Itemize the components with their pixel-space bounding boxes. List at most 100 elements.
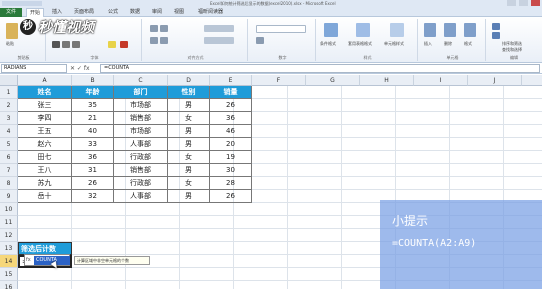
table-cell[interactable]: 男 <box>168 99 210 112</box>
table-cell[interactable]: 田七 <box>18 151 72 164</box>
row-header-13[interactable]: 13 <box>0 242 18 255</box>
table-cell[interactable]: 35 <box>72 99 114 112</box>
table-cell[interactable]: 26 <box>210 190 252 203</box>
table-cell[interactable]: 男 <box>168 138 210 151</box>
table-cell[interactable]: 市场部 <box>114 125 168 138</box>
table-cell[interactable]: 行政部 <box>114 177 168 190</box>
tab-data[interactable]: 数据 <box>130 8 140 17</box>
table-cell[interactable]: 女 <box>168 151 210 164</box>
table-header-cell[interactable]: 性别 <box>168 86 210 99</box>
table-cell[interactable]: 男 <box>168 190 210 203</box>
select-all-corner[interactable] <box>0 75 18 86</box>
format-cells-icon[interactable] <box>464 23 476 37</box>
table-cell[interactable]: 32 <box>72 190 114 203</box>
fill-color-icon[interactable] <box>108 41 116 48</box>
table-cell[interactable]: 王八 <box>18 164 72 177</box>
column-header-g[interactable]: G <box>306 75 360 86</box>
tab-formulas[interactable]: 公式 <box>108 8 118 17</box>
table-cell[interactable]: 20 <box>210 138 252 151</box>
column-header-e[interactable]: E <box>210 75 252 86</box>
column-header-b[interactable]: B <box>72 75 114 86</box>
table-header-cell[interactable]: 姓名 <box>18 86 72 99</box>
column-header-h[interactable]: H <box>360 75 414 86</box>
table-cell[interactable]: 张三 <box>18 99 72 112</box>
row-header-1[interactable]: 1 <box>0 86 18 99</box>
cell-styles-icon[interactable] <box>390 23 404 37</box>
row-header-11[interactable]: 11 <box>0 216 18 229</box>
table-cell[interactable]: 女 <box>168 112 210 125</box>
tab-insert[interactable]: 插入 <box>52 8 62 17</box>
italic-icon[interactable] <box>62 41 70 48</box>
format-cells-button[interactable]: 格式 <box>464 41 472 47</box>
table-format-button[interactable]: 套用表格格式 <box>348 41 372 47</box>
table-header-cell[interactable]: 年龄 <box>72 86 114 99</box>
close-button[interactable] <box>531 0 540 6</box>
row-header-10[interactable]: 10 <box>0 203 18 216</box>
tab-view[interactable]: 视图 <box>174 8 184 17</box>
tab-page-layout[interactable]: 页面布局 <box>74 8 94 17</box>
column-header-c[interactable]: C <box>114 75 168 86</box>
conditional-format-icon[interactable] <box>324 23 338 37</box>
find-select-button[interactable]: 查找和选择 <box>502 47 522 53</box>
align-left-icon[interactable] <box>150 37 158 44</box>
table-format-icon[interactable] <box>356 23 370 37</box>
tab-review[interactable]: 审阅 <box>152 8 162 17</box>
table-cell[interactable]: 31 <box>72 164 114 177</box>
row-header-4[interactable]: 4 <box>0 125 18 138</box>
align-top-icon[interactable] <box>150 25 158 32</box>
row-header-12[interactable]: 12 <box>0 229 18 242</box>
table-cell[interactable]: 岳十 <box>18 190 72 203</box>
table-header-cell[interactable]: 部门 <box>114 86 168 99</box>
percent-icon[interactable] <box>256 37 264 44</box>
merge-center-icon[interactable] <box>204 37 234 44</box>
column-header-j[interactable]: J <box>468 75 522 86</box>
tab-file[interactable]: 文件 <box>0 8 22 17</box>
table-cell[interactable]: 人事部 <box>114 138 168 151</box>
minimize-button[interactable] <box>507 0 516 6</box>
fill-icon[interactable] <box>492 32 500 39</box>
column-header-k[interactable]: K <box>522 75 542 86</box>
table-cell[interactable]: 28 <box>210 177 252 190</box>
table-cell[interactable]: 销售部 <box>114 164 168 177</box>
delete-cells-button[interactable]: 删除 <box>444 41 452 47</box>
row-header-6[interactable]: 6 <box>0 151 18 164</box>
table-cell[interactable]: 男 <box>168 164 210 177</box>
row-header-14[interactable]: 14 <box>0 255 18 268</box>
font-color-icon[interactable] <box>120 41 128 48</box>
table-cell[interactable]: 女 <box>168 177 210 190</box>
table-cell[interactable]: 36 <box>72 151 114 164</box>
table-cell[interactable]: 王五 <box>18 125 72 138</box>
table-cell[interactable]: 46 <box>210 125 252 138</box>
table-cell[interactable]: 行政部 <box>114 151 168 164</box>
paste-icon[interactable] <box>6 23 18 39</box>
conditional-format-button[interactable]: 条件格式 <box>320 41 336 47</box>
cell-styles-button[interactable]: 单元格样式 <box>384 41 404 47</box>
table-cell[interactable]: 26 <box>210 99 252 112</box>
row-header-15[interactable]: 15 <box>0 268 18 281</box>
align-middle-icon[interactable] <box>160 25 168 32</box>
row-header-16[interactable]: 16 <box>0 281 18 289</box>
quick-access-toolbar[interactable] <box>2 1 42 6</box>
formula-buttons[interactable]: ✕ ✓ fx <box>70 64 98 73</box>
name-box[interactable]: RADIANS <box>1 64 67 73</box>
autosum-icon[interactable] <box>492 23 500 30</box>
row-header-5[interactable]: 5 <box>0 138 18 151</box>
row-header-3[interactable]: 3 <box>0 112 18 125</box>
delete-cells-icon[interactable] <box>444 23 456 37</box>
table-cell[interactable]: 市场部 <box>114 99 168 112</box>
paste-button[interactable]: 粘贴 <box>6 41 14 47</box>
column-header-d[interactable]: D <box>168 75 210 86</box>
table-cell[interactable]: 男 <box>168 125 210 138</box>
row-header-8[interactable]: 8 <box>0 177 18 190</box>
tab-foxit-reader[interactable]: 福昕阅读器 <box>198 8 223 17</box>
column-header-i[interactable]: I <box>414 75 468 86</box>
column-header-f[interactable]: F <box>252 75 306 86</box>
column-header-a[interactable]: A <box>18 75 72 86</box>
insert-cells-button[interactable]: 插入 <box>424 41 432 47</box>
maximize-button[interactable] <box>519 0 528 6</box>
table-cell[interactable]: 40 <box>72 125 114 138</box>
table-cell[interactable]: 销售部 <box>114 112 168 125</box>
bold-icon[interactable] <box>52 41 60 48</box>
formula-input[interactable]: =COUNTA <box>100 64 540 73</box>
number-format-dropdown[interactable] <box>256 25 306 33</box>
